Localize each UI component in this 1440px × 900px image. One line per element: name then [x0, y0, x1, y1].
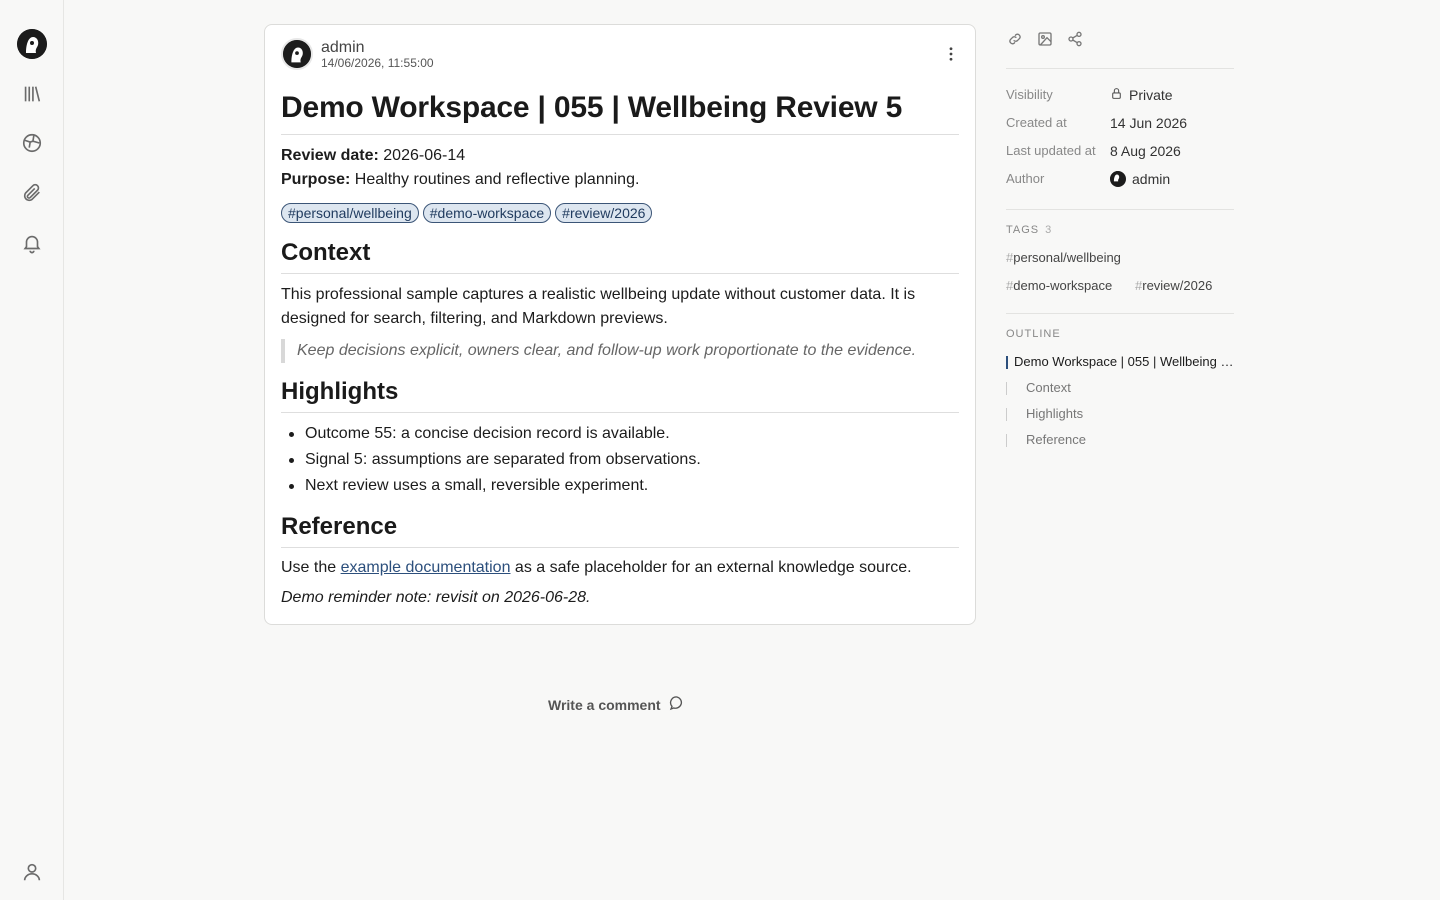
write-comment-button[interactable]: Write a comment — [548, 695, 685, 714]
reference-line: Use the example documentation as a safe … — [281, 559, 912, 577]
note-card: admin 14/06/2026, 11:55:00 Demo Workspac… — [264, 24, 976, 625]
tags-count: 3 — [1045, 224, 1052, 236]
share-icon[interactable] — [1066, 30, 1084, 48]
reference-divider — [281, 547, 959, 548]
tag-demo-workspace[interactable]: #demo-workspace — [422, 203, 552, 223]
image-icon[interactable] — [1036, 30, 1054, 48]
panel-tag-text: demo-workspace — [1013, 278, 1113, 293]
reminder-note: Demo reminder note: revisit on 2026-06-2… — [281, 589, 591, 606]
review-date-line: Review date: 2026-06-14 — [281, 147, 465, 165]
outline-item-context[interactable]: Context — [1006, 380, 1071, 395]
context-divider — [281, 273, 959, 274]
panel-tag-personal-wellbeing[interactable]: #personal/wellbeing — [1006, 250, 1121, 265]
attachment-icon[interactable] — [16, 177, 48, 209]
panel-tag-review-2026[interactable]: #review/2026 — [1135, 278, 1212, 293]
outline-item-reference[interactable]: Reference — [1006, 432, 1086, 447]
note-timestamp: 14/06/2026, 11:55:00 — [321, 56, 434, 70]
tag-personal-wellbeing[interactable]: #personal/wellbeing — [281, 203, 419, 223]
comment-bubble-icon — [669, 695, 685, 714]
purpose-value: Healthy routines and reflective planning… — [354, 171, 640, 188]
note-toolbar — [1006, 30, 1084, 48]
heading-reference: Reference — [281, 513, 398, 540]
app-logo[interactable] — [17, 29, 47, 59]
author-name[interactable]: admin — [321, 39, 365, 57]
list-item: Signal 5: assumptions are separated from… — [289, 447, 701, 473]
context-paragraph: This professional sample captures a real… — [281, 283, 951, 331]
visibility-value[interactable]: Private — [1110, 87, 1173, 103]
purpose-label: Purpose: — [281, 171, 351, 188]
library-icon[interactable] — [16, 78, 48, 110]
title-divider — [281, 134, 959, 135]
bell-icon[interactable] — [16, 227, 48, 259]
details-panel: Visibility Private Created at 14 Jun 202… — [1006, 0, 1234, 900]
created-value: 14 Jun 2026 — [1110, 115, 1188, 131]
tags-heading-text: TAGS — [1006, 224, 1040, 236]
more-options-icon[interactable] — [941, 44, 961, 64]
user-icon[interactable] — [16, 856, 48, 888]
explore-icon[interactable] — [16, 127, 48, 159]
updated-label: Last updated at — [1006, 143, 1096, 158]
author-mini-avatar — [1110, 171, 1126, 187]
updated-value: 8 Aug 2026 — [1110, 143, 1181, 159]
link-icon[interactable] — [1006, 30, 1024, 48]
visibility-text: Private — [1129, 87, 1173, 103]
note-tags: #personal/wellbeing #demo-workspace #rev… — [281, 203, 653, 223]
review-date-value: 2026-06-14 — [383, 147, 466, 164]
panel-tag-text: personal/wellbeing — [1013, 250, 1121, 265]
sidebar — [0, 0, 64, 900]
review-date-label: Review date: — [281, 147, 379, 164]
tag-review-2026[interactable]: #review/2026 — [555, 203, 653, 223]
outline-heading: OUTLINE — [1006, 328, 1061, 340]
visibility-label: Visibility — [1006, 87, 1053, 102]
example-documentation-link[interactable]: example documentation — [341, 559, 511, 576]
author-value[interactable]: admin — [1110, 171, 1170, 187]
context-line-1: This professional sample captures a real… — [281, 286, 916, 303]
highlights-divider — [281, 412, 959, 413]
author-value-text: admin — [1132, 171, 1171, 187]
created-label: Created at — [1006, 115, 1067, 130]
panel-tag-demo-workspace[interactable]: #demo-workspace — [1006, 278, 1112, 293]
reference-suffix: as a safe placeholder for an external kn… — [510, 559, 912, 576]
panel-divider — [1006, 209, 1234, 210]
outline-item-highlights[interactable]: Highlights — [1006, 406, 1083, 421]
heading-context: Context — [281, 239, 371, 266]
panel-tag-text: review/2026 — [1142, 278, 1213, 293]
panel-divider — [1006, 313, 1234, 314]
author-label: Author — [1006, 171, 1045, 186]
purpose-line: Purpose: Healthy routines and reflective… — [281, 171, 639, 189]
author-avatar[interactable] — [281, 38, 313, 70]
reference-prefix: Use the — [281, 559, 341, 576]
highlights-list: Outcome 55: a concise decision record is… — [289, 421, 701, 499]
outline-item-title[interactable]: Demo Workspace | 055 | Wellbeing Review … — [1006, 354, 1234, 369]
note-title: Demo Workspace | 055 | Wellbeing Review … — [281, 91, 903, 124]
list-item: Next review uses a small, reversible exp… — [289, 473, 701, 499]
tags-heading: TAGS 3 — [1006, 224, 1051, 236]
write-comment-label: Write a comment — [548, 696, 661, 713]
context-quote: Keep decisions explicit, owners clear, a… — [281, 339, 951, 363]
heading-highlights: Highlights — [281, 378, 399, 405]
panel-divider — [1006, 68, 1234, 69]
list-item: Outcome 55: a concise decision record is… — [289, 421, 701, 447]
lock-icon — [1110, 87, 1123, 103]
context-line-2: designed for search, filtering, and Mark… — [281, 310, 668, 327]
